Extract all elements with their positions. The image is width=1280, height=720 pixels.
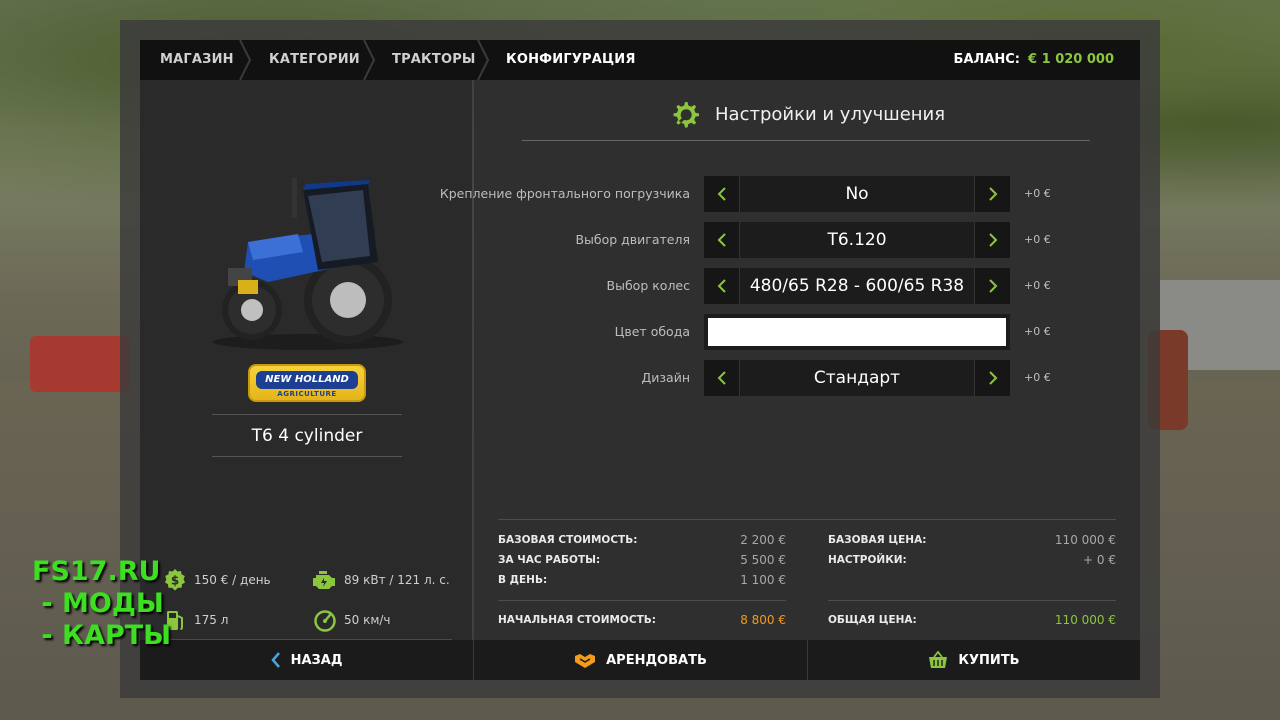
option-price: +0 € — [1024, 371, 1051, 384]
back-button[interactable]: НАЗАД — [140, 640, 473, 680]
chevron-right-icon[interactable] — [974, 360, 1010, 396]
option-value: T6.120 — [827, 230, 887, 250]
option-label-design: Дизайн — [641, 370, 691, 385]
buy-button-label: КУПИТЬ — [958, 652, 1020, 668]
option-label-front-loader: Крепление фронтального погрузчика — [439, 186, 690, 201]
spec-power: 89 кВт / 121 л. с. — [312, 567, 450, 593]
lease-button-label: АРЕНДОВАТЬ — [606, 652, 707, 668]
spec-value: 89 кВт / 121 л. с. — [344, 573, 450, 587]
crumb-configuration: КОНФИГУРАЦИЯ — [506, 52, 636, 67]
crumb-separator — [238, 40, 252, 80]
spec-value: 50 км/ч — [344, 613, 391, 627]
divider — [498, 600, 786, 601]
divider — [522, 140, 1090, 141]
spec-value: 175 л — [194, 613, 229, 627]
svg-text:$: $ — [171, 574, 179, 588]
option-selector-wheels: 480/65 R28 - 600/65 R38 — [704, 268, 1010, 304]
chevron-left-icon[interactable] — [704, 222, 740, 258]
color-swatch[interactable] — [708, 318, 1006, 346]
option-label-engine: Выбор двигателя — [575, 232, 690, 247]
option-selector-design: Стандарт — [704, 360, 1010, 396]
speedometer-icon — [312, 607, 338, 633]
chevron-left-icon[interactable] — [704, 360, 740, 396]
watermark-line: - КАРТЫ — [32, 620, 172, 651]
option-label-wheels: Выбор колес — [606, 278, 690, 293]
spec-value: 150 € / день — [194, 573, 271, 587]
tractor-image — [213, 178, 403, 350]
background-red-tractor — [30, 336, 130, 392]
chevron-right-icon[interactable] — [974, 222, 1010, 258]
crumb-separator — [362, 40, 376, 80]
watermark-line: - МОДЫ — [32, 588, 164, 619]
divider — [498, 519, 1116, 520]
price-total: ОБЩАЯ ЦЕНА: 110 000 € — [828, 613, 1116, 627]
rim-color-picker[interactable] — [704, 314, 1010, 350]
crumb-shop[interactable]: МАГАЗИН — [160, 40, 234, 80]
vehicle-info-panel: NEW HOLLAND AGRICULTURE T6 4 cylinder $ … — [140, 80, 472, 640]
watermark-line: FS17.RU — [32, 556, 161, 587]
option-price: +0 € — [1024, 187, 1051, 200]
cost-per-hour: ЗА ЧАС РАБОТЫ: 5 500 € — [498, 553, 786, 567]
crumb-categories[interactable]: КАТЕГОРИИ — [269, 40, 360, 80]
price-base: БАЗОВАЯ ЦЕНА: 110 000 € — [828, 533, 1116, 547]
spec-speed: 50 км/ч — [312, 607, 391, 633]
site-watermark: FS17.RU - МОДЫ - КАРТЫ — [32, 556, 171, 652]
crumb-tractors[interactable]: ТРАКТОРЫ — [392, 40, 476, 80]
breadcrumb-bar: МАГАЗИН КАТЕГОРИИ ТРАКТОРЫ КОНФИГУРАЦИЯ … — [140, 40, 1140, 80]
buy-button[interactable]: КУПИТЬ — [808, 640, 1140, 680]
lease-button[interactable]: АРЕНДОВАТЬ — [474, 640, 807, 680]
option-price: +0 € — [1024, 325, 1051, 338]
handshake-icon — [574, 651, 596, 669]
divider — [212, 456, 402, 457]
cost-base: БАЗОВАЯ СТОИМОСТЬ: 2 200 € — [498, 533, 786, 547]
shop-config-panel: МАГАЗИН КАТЕГОРИИ ТРАКТОРЫ КОНФИГУРАЦИЯ … — [140, 40, 1140, 680]
basket-icon — [928, 651, 948, 669]
gear-wrench-icon — [673, 102, 699, 128]
vehicle-model-name: T6 4 cylinder — [251, 426, 363, 446]
action-bar: НАЗАД АРЕНДОВАТЬ КУПИТЬ — [140, 640, 1140, 680]
option-selector-front-loader: No — [704, 176, 1010, 212]
option-price: +0 € — [1024, 279, 1051, 292]
chevron-left-icon[interactable] — [704, 176, 740, 212]
option-selector-engine: T6.120 — [704, 222, 1010, 258]
back-button-label: НАЗАД — [290, 652, 343, 668]
option-label-rim-color: Цвет обода — [614, 324, 690, 339]
spec-cost-per-day: $ 150 € / день — [162, 567, 271, 593]
crumb-separator — [476, 40, 490, 80]
balance-value: € 1 020 000 — [1028, 52, 1114, 67]
divider — [212, 414, 402, 415]
cost-per-day: В ДЕНЬ: 1 100 € — [498, 573, 786, 587]
section-title: Настройки и улучшения — [715, 104, 946, 125]
price-settings: НАСТРОЙКИ: + 0 € — [828, 553, 1116, 567]
option-value: 480/65 R28 - 600/65 R38 — [749, 276, 965, 296]
brand-logo: NEW HOLLAND AGRICULTURE — [248, 364, 366, 402]
divider — [828, 600, 1116, 601]
engine-icon — [312, 567, 338, 593]
option-price: +0 € — [1024, 233, 1051, 246]
chevron-right-icon[interactable] — [974, 268, 1010, 304]
chevron-left-icon — [270, 652, 281, 668]
spec-fuel: 175 л — [162, 607, 228, 633]
chevron-right-icon[interactable] — [974, 176, 1010, 212]
chevron-left-icon[interactable] — [704, 268, 740, 304]
balance-label: БАЛАНС: — [953, 52, 1020, 67]
option-value: No — [845, 184, 869, 204]
cost-initial-total: НАЧАЛЬНАЯ СТОИМОСТЬ: 8 800 € — [498, 613, 786, 627]
option-value: Стандарт — [813, 368, 901, 388]
configuration-panel: Настройки и улучшения Крепление фронталь… — [440, 80, 1140, 640]
